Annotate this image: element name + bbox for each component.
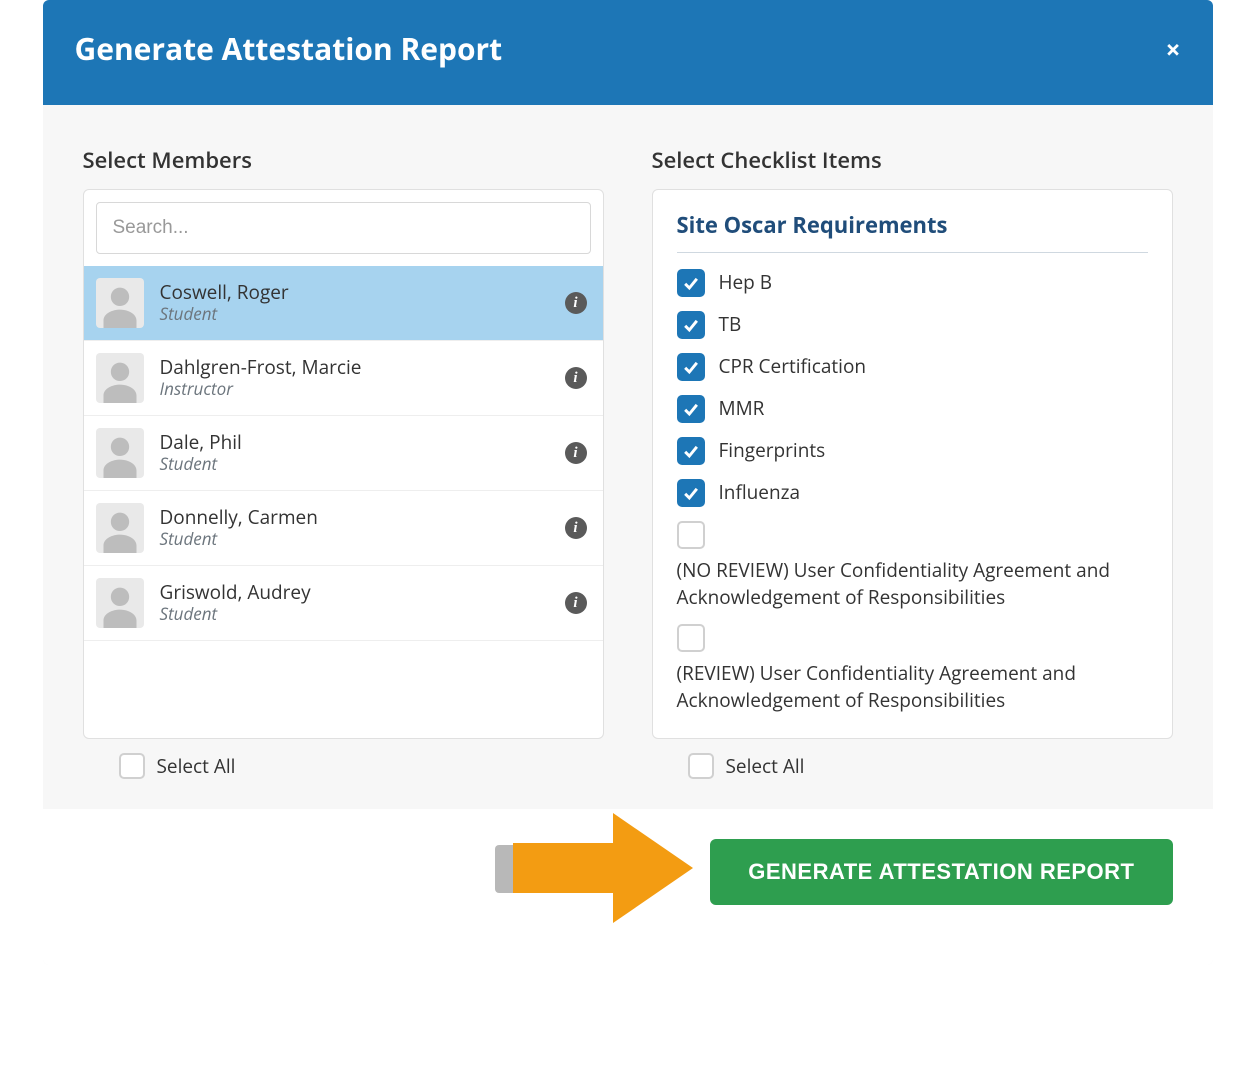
modal-title: Generate Attestation Report <box>75 28 503 69</box>
member-list[interactable]: Coswell, RogerStudentiDahlgren-Frost, Ma… <box>84 266 603 738</box>
modal-header: Generate Attestation Report × <box>43 0 1213 105</box>
checklist-item: Influenza <box>677 479 1148 507</box>
member-name: Dale, Phil <box>160 431 565 454</box>
avatar-icon <box>96 353 144 403</box>
checklist-select-all-checkbox[interactable] <box>688 753 714 779</box>
modal-body: Select Members Coswell, RogerStudentiDah… <box>43 105 1213 809</box>
checklist-checkbox[interactable] <box>677 269 705 297</box>
close-icon[interactable]: × <box>1166 36 1181 62</box>
member-text: Coswell, RogerStudent <box>160 281 565 324</box>
checklist-select-all-label: Select All <box>726 753 805 779</box>
checklist-label: Select Checklist Items <box>652 145 1173 175</box>
checklist-item: CPR Certification <box>677 353 1148 381</box>
checklist-checkbox[interactable] <box>677 479 705 507</box>
members-select-all-label: Select All <box>157 753 236 779</box>
checklist-item-label: CPR Certification <box>719 353 867 380</box>
cancel-button-hidden[interactable] <box>495 845 513 893</box>
attestation-modal: Generate Attestation Report × Select Mem… <box>43 0 1213 965</box>
checklist-panel: Site Oscar Requirements Hep B TB CPR Certi… <box>652 189 1173 739</box>
arrow-annotation <box>503 803 703 943</box>
checklist-item: (NO REVIEW) User Confidentiality Agreeme… <box>677 521 1148 610</box>
members-select-all-row: Select All <box>83 739 604 779</box>
info-icon[interactable]: i <box>565 292 587 314</box>
avatar-icon <box>96 578 144 628</box>
avatar-icon <box>96 503 144 553</box>
checklist-checkbox[interactable] <box>677 521 705 549</box>
member-name: Dahlgren-Frost, Marcie <box>160 356 565 379</box>
info-icon[interactable]: i <box>565 592 587 614</box>
members-column: Select Members Coswell, RogerStudentiDah… <box>83 145 604 779</box>
member-item[interactable]: Donnelly, CarmenStudenti <box>84 491 603 566</box>
checklist-checkbox[interactable] <box>677 311 705 339</box>
checklist-item: TB <box>677 311 1148 339</box>
member-role: Student <box>160 304 565 324</box>
checklist-items: Hep B TB CPR Certification MMR Fingerprints I… <box>677 269 1148 713</box>
member-role: Student <box>160 604 565 624</box>
checklist-item: (REVIEW) User Confidentiality Agreement … <box>677 624 1148 713</box>
member-text: Dale, PhilStudent <box>160 431 565 474</box>
members-label: Select Members <box>83 145 604 175</box>
member-item[interactable]: Coswell, RogerStudenti <box>84 266 603 341</box>
checklist-checkbox[interactable] <box>677 353 705 381</box>
checklist-select-all-row: Select All <box>652 739 1173 779</box>
info-icon[interactable]: i <box>565 367 587 389</box>
member-role: Student <box>160 529 565 549</box>
member-name: Griswold, Audrey <box>160 581 565 604</box>
member-text: Donnelly, CarmenStudent <box>160 506 565 549</box>
checklist-item-label: (REVIEW) User Confidentiality Agreement … <box>677 660 1148 713</box>
checklist-item-label: Influenza <box>719 479 801 506</box>
checklist-checkbox[interactable] <box>677 624 705 652</box>
checklist-item-label: Hep B <box>719 269 773 296</box>
avatar-icon <box>96 278 144 328</box>
member-role: Instructor <box>160 379 565 399</box>
checklist-item: Fingerprints <box>677 437 1148 465</box>
member-name: Donnelly, Carmen <box>160 506 565 529</box>
checklist-inner[interactable]: Site Oscar Requirements Hep B TB CPR Certi… <box>653 190 1172 738</box>
member-item[interactable]: Dale, PhilStudenti <box>84 416 603 491</box>
info-icon[interactable]: i <box>565 442 587 464</box>
member-item[interactable]: Griswold, AudreyStudenti <box>84 566 603 641</box>
modal-footer: GENERATE ATTESTATION REPORT <box>43 809 1213 965</box>
search-input[interactable] <box>96 202 591 254</box>
checklist-item-label: Fingerprints <box>719 437 826 464</box>
member-text: Dahlgren-Frost, MarcieInstructor <box>160 356 565 399</box>
generate-attestation-report-button[interactable]: GENERATE ATTESTATION REPORT <box>710 839 1172 905</box>
checklist-item: Hep B <box>677 269 1148 297</box>
info-icon[interactable]: i <box>565 517 587 539</box>
checklist-item-label: MMR <box>719 395 765 422</box>
member-name: Coswell, Roger <box>160 281 565 304</box>
checklist-item: MMR <box>677 395 1148 423</box>
member-item[interactable]: Dahlgren-Frost, MarcieInstructori <box>84 341 603 416</box>
checklist-checkbox[interactable] <box>677 395 705 423</box>
members-panel: Coswell, RogerStudentiDahlgren-Frost, Ma… <box>83 189 604 739</box>
member-text: Griswold, AudreyStudent <box>160 581 565 624</box>
avatar-icon <box>96 428 144 478</box>
checklist-item-label: (NO REVIEW) User Confidentiality Agreeme… <box>677 557 1148 610</box>
checklist-column: Select Checklist Items Site Oscar Requir… <box>652 145 1173 779</box>
checklist-group-title: Site Oscar Requirements <box>677 210 1148 253</box>
checklist-checkbox[interactable] <box>677 437 705 465</box>
members-select-all-checkbox[interactable] <box>119 753 145 779</box>
checklist-item-label: TB <box>719 311 742 338</box>
search-wrap <box>84 190 603 266</box>
member-role: Student <box>160 454 565 474</box>
